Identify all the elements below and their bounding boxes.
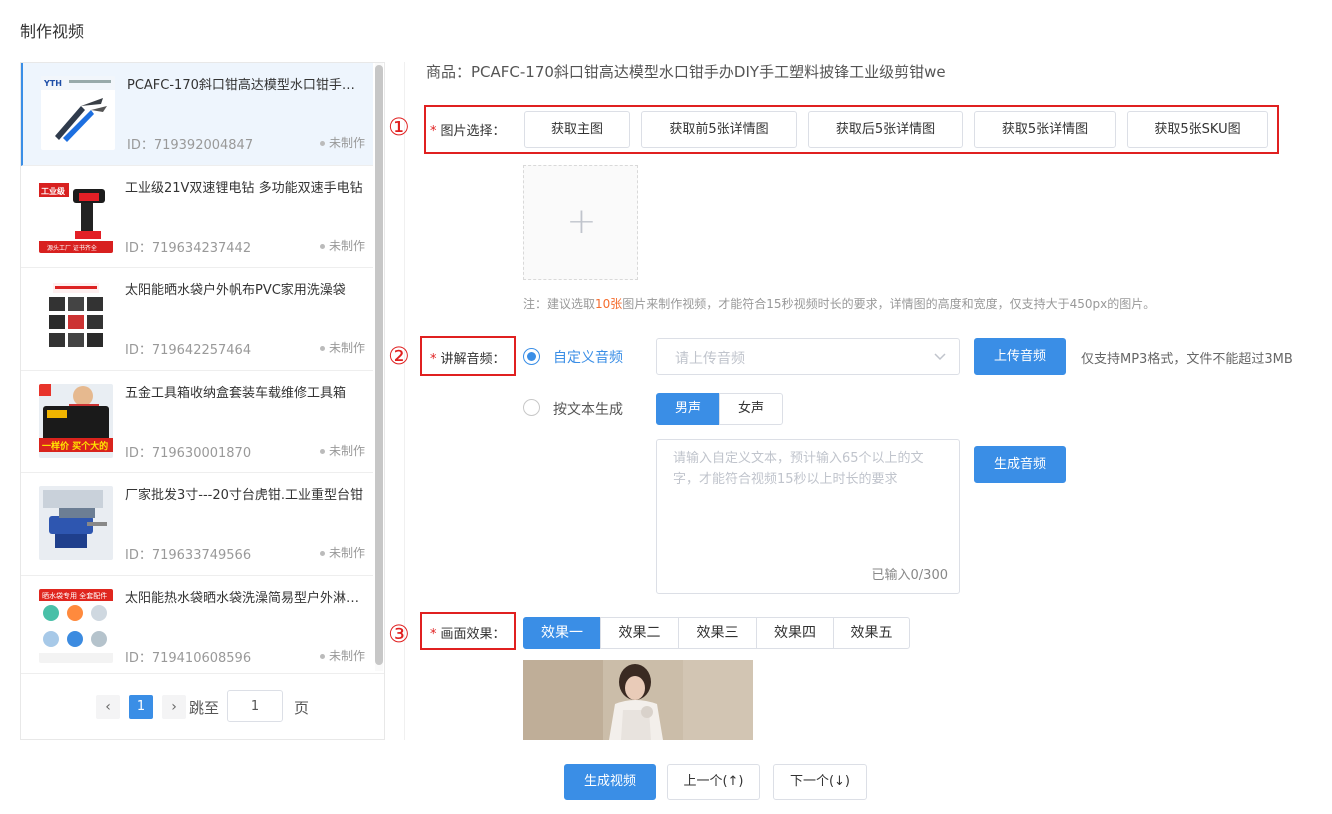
effect-label: * 画面效果：: [430, 627, 506, 642]
product-thumbnail: YTH: [41, 76, 115, 150]
svg-text:YTH: YTH: [43, 79, 62, 88]
text-audio-radio[interactable]: [523, 399, 540, 416]
product-title: 工业级21V双速锂电钻 多功能双速手电钻: [125, 180, 363, 196]
effect-option-1[interactable]: 效果一: [523, 617, 601, 649]
custom-text-placeholder: 请输入自定义文本，预计输入65个以上的文字，才能符合视频15秒以上时长的要求: [673, 451, 924, 487]
product-id: ID：719410608596: [125, 650, 252, 666]
generate-audio-button[interactable]: 生成音频: [974, 446, 1066, 483]
audio-select-placeholder: 请上传音频: [675, 351, 745, 367]
product-title: PCAFC-170斜口钳高达模型水口钳手办DIY手工塑料披锋工业级剪钳we: [127, 78, 367, 93]
text-audio-label[interactable]: 按文本生成: [553, 399, 623, 419]
voice-male-toggle[interactable]: 男声: [656, 393, 720, 425]
product-item[interactable]: 太阳能晒水袋户外帆布PVC家用洗澡袋 ID：719642257464 未制作: [21, 268, 373, 371]
page-jump-input[interactable]: [227, 690, 283, 722]
product-id: ID：719633749566: [125, 548, 252, 563]
product-id: ID：719392004847: [127, 138, 254, 153]
previous-product-button[interactable]: 上一个(↑): [667, 764, 760, 800]
status-badge: 未制作: [320, 339, 365, 356]
product-id: ID：719634237442: [125, 240, 252, 256]
product-title: 太阳能晒水袋户外帆布PVC家用洗澡袋: [125, 283, 346, 298]
next-page-button[interactable]: ›: [162, 695, 186, 719]
product-item[interactable]: 厂家批发3寸---20寸台虎钳.工业重型台钳 ID：719633749566 未…: [21, 473, 373, 576]
get-5-detail-button[interactable]: 获取5张详情图: [974, 111, 1116, 148]
annotation-marker-1: ①: [388, 113, 410, 141]
product-id: ID：719642257464: [125, 343, 252, 358]
next-product-button[interactable]: 下一个(↓): [773, 764, 867, 800]
status-badge: 未制作: [320, 442, 365, 459]
image-note: 注：建议选取10张图片来制作视频，才能符合15秒视频时长的要求，详情图的高度和宽…: [523, 297, 1156, 311]
annotation-marker-3: ③: [388, 620, 410, 648]
svg-text:工业级: 工业级: [41, 186, 66, 196]
svg-text:源头工厂 证书齐全: 源头工厂 证书齐全: [47, 244, 97, 252]
product-list: YTH PCAFC-170斜口钳高达模型水口钳手办DIY手工塑料披锋工业级剪钳w…: [21, 63, 373, 671]
get-5-sku-button[interactable]: 获取5张SKU图: [1127, 111, 1268, 148]
get-last5-detail-button[interactable]: 获取后5张详情图: [808, 111, 963, 148]
product-thumbnail: 晒水袋专用 全套配件: [39, 588, 113, 663]
svg-text:晒水袋专用 全套配件: 晒水袋专用 全套配件: [42, 591, 107, 600]
custom-audio-radio[interactable]: [523, 348, 540, 365]
jump-label: 跳至: [189, 699, 220, 717]
scrollbar-thumb[interactable]: [375, 65, 383, 665]
product-thumbnail: [39, 281, 113, 355]
product-item[interactable]: 晒水袋专用 全套配件 太阳能热水袋晒水袋洗澡简易型户外淋浴袋 ID：719410…: [21, 576, 373, 672]
annotation-marker-2: ②: [388, 342, 410, 370]
product-item[interactable]: 工业级 源头工厂 证书齐全 工业级21V双速锂电钻 多功能双速手电钻 ID：71…: [21, 166, 373, 268]
char-count: 已输入0/300: [871, 568, 948, 583]
product-list-panel: YTH PCAFC-170斜口钳高达模型水口钳手办DIY手工塑料披锋工业级剪钳w…: [20, 62, 385, 740]
current-product-name: 商品：PCAFC-170斜口钳高达模型水口钳手办DIY手工塑料披锋工业级剪钳we: [426, 63, 946, 81]
effect-option-4[interactable]: 效果四: [756, 617, 834, 649]
product-title: 五金工具箱收纳盒套装车载维修工具箱: [125, 385, 347, 401]
image-upload-box[interactable]: +: [523, 165, 638, 280]
svg-text:一样价 买个大的: 一样价 买个大的: [42, 440, 108, 452]
page-number-current[interactable]: 1: [129, 695, 153, 719]
status-badge: 未制作: [320, 237, 365, 254]
product-id: ID：719630001870: [125, 445, 252, 461]
product-thumbnail: [39, 486, 113, 560]
voice-female-toggle[interactable]: 女声: [719, 393, 783, 425]
effect-preview-image: [523, 660, 753, 740]
upload-audio-hint: 仅支持MP3格式，文件不能超过3MB: [1081, 352, 1293, 367]
image-selection-label: * 图片选择：: [430, 124, 506, 139]
product-item[interactable]: 一样价 买个大的 五金工具箱收纳盒套装车载维修工具箱 ID：7196300018…: [21, 371, 373, 473]
audio-select[interactable]: 请上传音频: [656, 338, 960, 375]
prev-page-button[interactable]: ‹: [96, 695, 120, 719]
status-badge: 未制作: [320, 647, 365, 664]
effect-option-2[interactable]: 效果二: [600, 617, 679, 649]
custom-audio-label[interactable]: 自定义音频: [553, 347, 623, 367]
page-suffix-label: 页: [294, 699, 310, 717]
product-thumbnail: 工业级 源头工厂 证书齐全: [39, 178, 113, 253]
generate-video-button[interactable]: 生成视频: [564, 764, 656, 800]
product-item[interactable]: YTH PCAFC-170斜口钳高达模型水口钳手办DIY手工塑料披锋工业级剪钳w…: [21, 63, 373, 166]
product-thumbnail: 一样价 买个大的: [39, 383, 113, 458]
upload-audio-button[interactable]: 上传音频: [974, 338, 1066, 375]
get-main-image-button[interactable]: 获取主图: [524, 111, 630, 148]
plus-icon: +: [566, 201, 597, 242]
custom-text-input[interactable]: 请输入自定义文本，预计输入65个以上的文字，才能符合视频15秒以上时长的要求 已…: [656, 439, 960, 594]
page-title: 制作视频: [20, 22, 85, 41]
audio-label: * 讲解音频：: [430, 352, 506, 367]
status-badge: 未制作: [320, 134, 365, 151]
list-scrollbar[interactable]: [375, 63, 383, 671]
product-title: 太阳能热水袋晒水袋洗澡简易型户外淋浴袋: [125, 590, 365, 606]
chevron-down-icon: [933, 346, 947, 370]
product-title: 厂家批发3寸---20寸台虎钳.工业重型台钳: [125, 488, 364, 503]
get-first5-detail-button[interactable]: 获取前5张详情图: [641, 111, 797, 148]
status-badge: 未制作: [320, 544, 365, 561]
pagination: ‹ 1 › 跳至 页: [21, 673, 384, 739]
effect-option-3[interactable]: 效果三: [678, 617, 757, 649]
effect-option-5[interactable]: 效果五: [833, 617, 910, 649]
